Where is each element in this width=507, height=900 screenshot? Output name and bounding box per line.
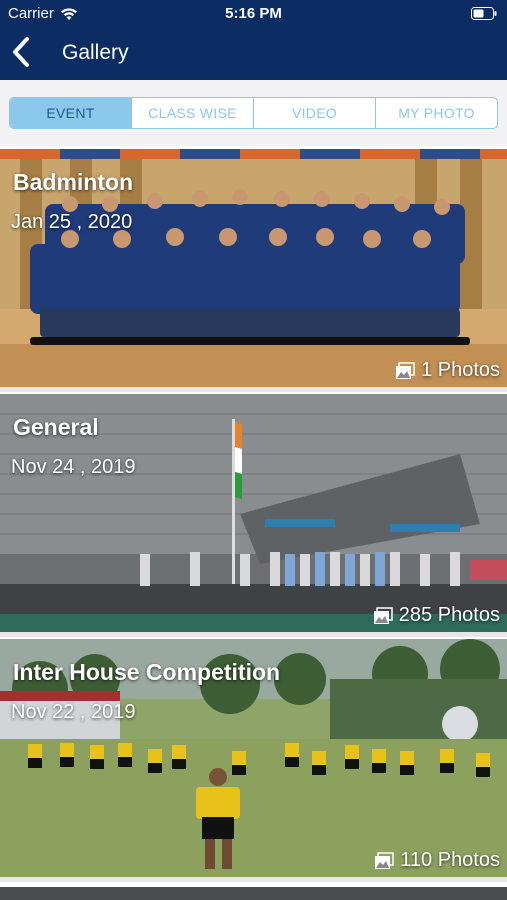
chevron-left-icon[interactable]: [10, 36, 34, 68]
photo-count-label: 285 Photos: [398, 604, 500, 626]
album-cover-image: [0, 887, 507, 900]
album-title: Inter House Competition: [13, 659, 281, 685]
album-date: Nov 22 , 2019: [11, 701, 136, 723]
status-bar: Carrier 5:16 PM: [0, 0, 507, 28]
battery-icon: [471, 7, 497, 20]
tab-event[interactable]: EVENT: [10, 98, 132, 128]
segmented-control: EVENT CLASS WISE VIDEO MY PHOTO: [9, 97, 498, 129]
nav-bar: Carrier 5:16 PM Gallery: [0, 0, 507, 80]
album-card-general[interactable]: General Nov 24 , 2019 285 Photos: [0, 394, 507, 637]
photos-icon: [396, 361, 415, 379]
album-title: General: [13, 414, 99, 440]
tab-class-wise[interactable]: CLASS WISE: [132, 98, 254, 128]
album-card-next[interactable]: [0, 887, 507, 900]
tab-my-photo[interactable]: MY PHOTO: [376, 98, 497, 128]
album-photo-count: 1 Photos: [395, 359, 500, 382]
album-card-badminton[interactable]: Badminton Jan 25 , 2020 1 Photos: [0, 149, 507, 392]
album-title: Badminton: [13, 169, 134, 195]
photos-icon: [373, 606, 393, 624]
album-date: Jan 25 , 2020: [11, 211, 133, 233]
page-title: Gallery: [62, 41, 129, 64]
album-photo-count: 285 Photos: [373, 604, 500, 627]
status-time: 5:16 PM: [225, 5, 282, 22]
album-photo-count: 110 Photos: [374, 849, 500, 872]
photo-count-label: 110 Photos: [400, 849, 500, 871]
tab-bar: EVENT CLASS WISE VIDEO MY PHOTO: [0, 80, 507, 146]
album-card-inter-house-competition[interactable]: Inter House Competition Nov 22 , 2019 11…: [0, 639, 507, 882]
photos-icon: [375, 851, 395, 869]
album-date: Nov 24 , 2019: [11, 456, 136, 478]
tab-video[interactable]: VIDEO: [254, 98, 376, 128]
photo-count-label: 1 Photos: [421, 359, 500, 381]
